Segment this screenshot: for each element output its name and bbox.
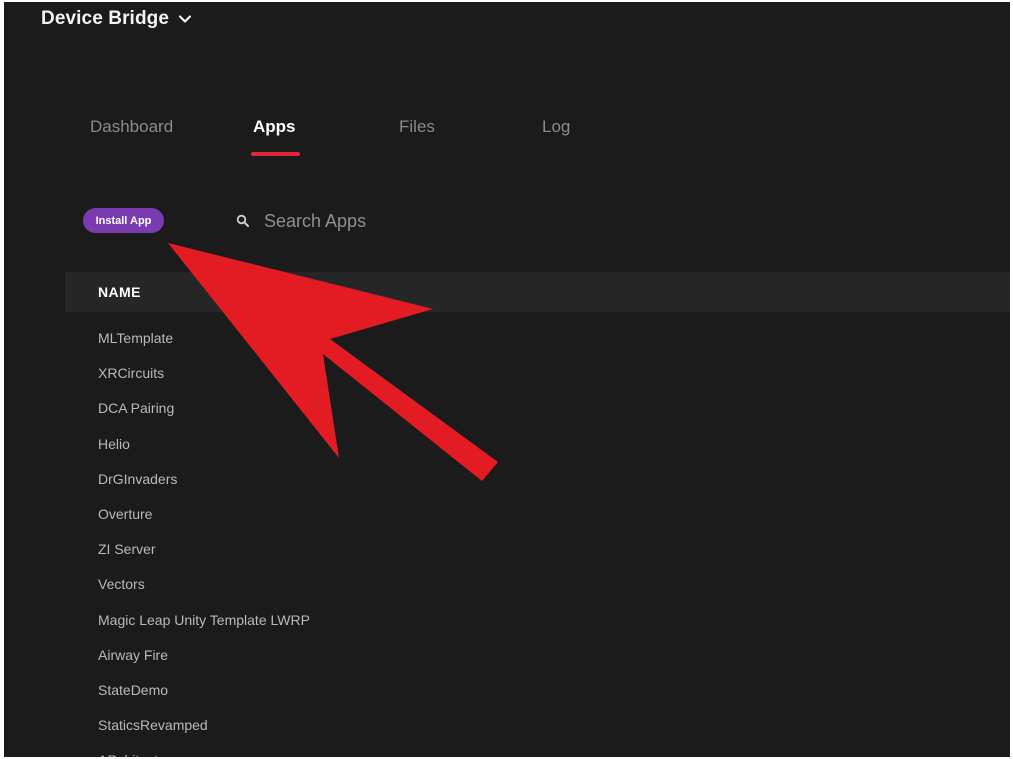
app-row[interactable]: StateDemo bbox=[98, 673, 698, 708]
device-bridge-window: Device Bridge Dashboard Apps Files Log I… bbox=[4, 2, 1010, 757]
tab-apps[interactable]: Apps bbox=[253, 117, 296, 137]
app-row[interactable]: Vectors bbox=[98, 567, 698, 602]
app-row[interactable]: MLTemplate bbox=[98, 321, 698, 356]
app-list: MLTemplate XRCircuits DCA Pairing Helio … bbox=[98, 321, 698, 757]
app-row[interactable]: ZI Server bbox=[98, 532, 698, 567]
app-row[interactable]: Airway Fire bbox=[98, 638, 698, 673]
app-row[interactable]: Overture bbox=[98, 497, 698, 532]
app-row[interactable]: Magic Leap Unity Template LWRP bbox=[98, 603, 698, 638]
column-header-name[interactable]: NAME bbox=[98, 284, 141, 300]
app-row[interactable]: ARchitect bbox=[98, 743, 698, 757]
app-row[interactable]: DCA Pairing bbox=[98, 391, 698, 426]
app-row[interactable]: Helio bbox=[98, 427, 698, 462]
tab-bar: Dashboard Apps Files Log bbox=[4, 117, 704, 157]
search-input[interactable] bbox=[264, 210, 504, 232]
app-row[interactable]: XRCircuits bbox=[98, 356, 698, 391]
install-app-button[interactable]: Install App bbox=[83, 208, 164, 233]
table-header: NAME bbox=[65, 272, 1010, 312]
app-title-menu[interactable]: Device Bridge bbox=[41, 8, 193, 30]
search-box[interactable] bbox=[236, 208, 536, 234]
app-row[interactable]: DrGInvaders bbox=[98, 462, 698, 497]
app-row[interactable]: StaticsRevamped bbox=[98, 708, 698, 743]
app-title: Device Bridge bbox=[41, 8, 170, 29]
tab-dashboard[interactable]: Dashboard bbox=[90, 117, 173, 137]
tab-log[interactable]: Log bbox=[542, 117, 570, 137]
active-tab-indicator bbox=[251, 152, 300, 156]
tab-files[interactable]: Files bbox=[399, 117, 435, 137]
search-icon bbox=[236, 214, 249, 227]
chevron-down-icon[interactable] bbox=[177, 11, 193, 27]
